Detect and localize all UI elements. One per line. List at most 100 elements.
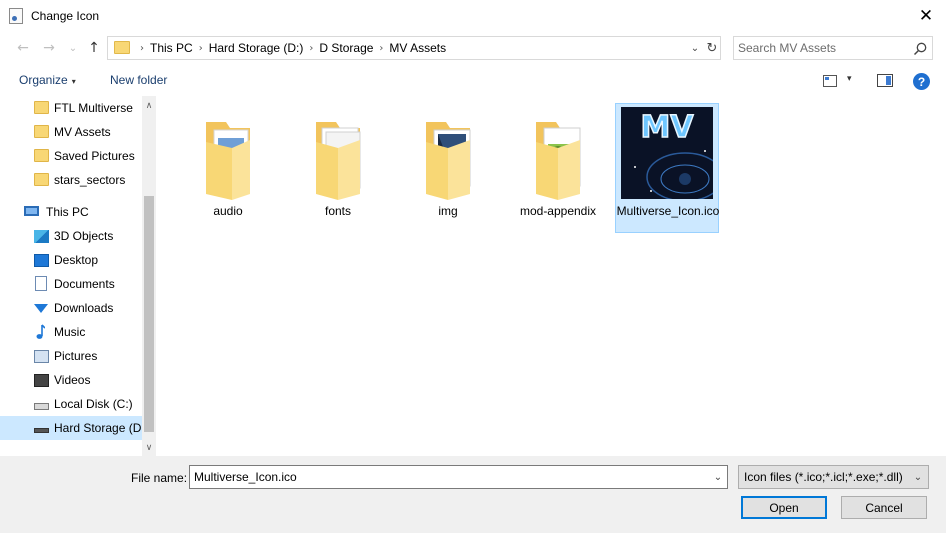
help-icon[interactable]: ? xyxy=(913,73,930,90)
music-icon xyxy=(36,324,45,339)
sidebar-item-ftl-multiverse[interactable]: FTL Multiverse xyxy=(0,96,142,120)
file-name-input[interactable] xyxy=(194,469,704,485)
sidebar-item-label: stars_sectors xyxy=(54,173,126,187)
sidebar-item-downloads[interactable]: Downloads xyxy=(0,296,142,320)
sidebar-item-saved-pictures[interactable]: Saved Pictures xyxy=(0,144,142,168)
folder-icon xyxy=(206,122,250,200)
window-title: Change Icon xyxy=(31,9,100,23)
recent-locations-icon[interactable]: ⌄ xyxy=(62,38,84,58)
sidebar-item-stars-sectors[interactable]: stars_sectors xyxy=(0,168,142,192)
navigation-pane: FTL Multiverse MV Assets Saved Pictures … xyxy=(0,96,156,456)
organize-label: Organize xyxy=(19,73,68,87)
forward-arrow-icon[interactable]: → xyxy=(38,38,60,58)
sidebar-item-this-pc[interactable]: This PC xyxy=(0,200,142,224)
breadcrumb-hard-storage[interactable]: Hard Storage (D:) xyxy=(209,41,304,55)
sidebar-scrollbar[interactable]: ∧ ∨ xyxy=(142,96,156,456)
file-item-label: mod-appendix xyxy=(519,204,597,218)
chevron-right-icon[interactable]: › xyxy=(379,43,383,54)
cancel-button[interactable]: Cancel xyxy=(841,496,927,519)
sidebar-item-label: Desktop xyxy=(54,253,99,267)
sidebar-item-label: Videos xyxy=(54,373,91,387)
caret-down-icon[interactable]: ▾ xyxy=(847,74,852,84)
folder-icon xyxy=(34,101,49,114)
file-name-combobox[interactable]: ⌄ xyxy=(189,465,728,489)
folder-icon xyxy=(34,173,49,186)
scroll-up-icon[interactable]: ∧ xyxy=(142,98,156,114)
sidebar-item-pictures[interactable]: Pictures xyxy=(0,344,142,368)
up-arrow-icon[interactable]: ↑ xyxy=(83,38,105,58)
sidebar-item-hard-storage-d[interactable]: Hard Storage (D:) xyxy=(0,416,149,440)
view-options-icon[interactable] xyxy=(823,75,837,87)
sidebar-item-label: Local Disk (C:) xyxy=(54,397,133,411)
title-bar: Change Icon ✕ xyxy=(0,0,946,32)
sidebar-item-videos[interactable]: Videos xyxy=(0,368,142,392)
breadcrumb-d-storage[interactable]: D Storage xyxy=(319,41,373,55)
sidebar-item-3d-objects[interactable]: 3D Objects xyxy=(0,224,142,248)
breadcrumb: › This PC › Hard Storage (D:) › D Storag… xyxy=(134,37,446,59)
pictures-icon xyxy=(34,350,49,363)
sidebar-item-desktop[interactable]: Desktop xyxy=(0,248,142,272)
refresh-icon[interactable]: ↻ xyxy=(704,39,720,57)
chevron-right-icon[interactable]: › xyxy=(199,43,203,54)
file-item-audio[interactable]: audio xyxy=(176,104,280,234)
chevron-right-icon[interactable]: › xyxy=(140,43,144,54)
file-type-select[interactable]: Icon files (*.ico;*.icl;*.exe;*.dll) ⌄ xyxy=(738,465,929,489)
multiverse-icon-thumbnail: MV xyxy=(621,107,713,199)
folder-icon xyxy=(536,122,581,200)
breadcrumb-this-pc[interactable]: This PC xyxy=(150,41,193,55)
close-button[interactable]: ✕ xyxy=(908,2,944,30)
sidebar-item-label: Downloads xyxy=(54,301,114,315)
file-type-value: Icon files (*.ico;*.icl;*.exe;*.dll) xyxy=(744,470,903,484)
open-button[interactable]: Open xyxy=(741,496,827,519)
sidebar-item-local-disk-c[interactable]: Local Disk (C:) xyxy=(0,392,142,416)
chevron-right-icon[interactable]: › xyxy=(309,43,313,54)
back-arrow-icon[interactable]: ← xyxy=(12,38,34,58)
file-item-label: Multiverse_Icon.ico xyxy=(616,204,720,218)
documents-icon xyxy=(35,276,47,291)
sidebar-item-label: This PC xyxy=(46,205,89,219)
scroll-down-icon[interactable]: ∨ xyxy=(142,440,156,456)
scrollbar-thumb[interactable] xyxy=(144,196,154,432)
downloads-icon xyxy=(34,304,48,313)
file-name-label: File name: xyxy=(131,471,188,485)
organize-menu[interactable]: Organize ▾ xyxy=(19,73,76,87)
sidebar-item-label: Documents xyxy=(54,277,115,291)
file-item-multiverse-icon[interactable]: MV Multiverse_Icon.ico xyxy=(615,103,719,233)
chevron-down-icon[interactable]: ⌄ xyxy=(911,468,925,486)
sidebar-item-label: Music xyxy=(54,325,86,339)
file-item-mod-appendix[interactable]: mod-appendix xyxy=(506,104,610,234)
sidebar-item-label: FTL Multiverse xyxy=(54,101,133,115)
search-input[interactable] xyxy=(738,40,908,56)
sidebar-item-label: Saved Pictures xyxy=(54,149,135,163)
change-icon-dialog-icon xyxy=(9,8,23,24)
sidebar-item-mv-assets[interactable]: MV Assets xyxy=(0,120,142,144)
search-box[interactable] xyxy=(733,36,933,60)
file-item-label: fonts xyxy=(324,204,351,218)
hard-drive-icon xyxy=(34,428,49,433)
sidebar-item-label: MV Assets xyxy=(54,125,111,139)
3d-objects-icon xyxy=(34,230,49,243)
file-item-img[interactable]: img xyxy=(396,104,500,234)
command-toolbar: Organize ▾ New folder ▾ ? xyxy=(0,66,946,96)
folder-icon xyxy=(34,125,49,138)
breadcrumb-mv-assets[interactable]: MV Assets xyxy=(389,41,446,55)
file-name-bar: File name: ⌄ Icon files (*.ico;*.icl;*.e… xyxy=(0,456,946,533)
sidebar-item-label: 3D Objects xyxy=(54,229,114,243)
file-item-fonts[interactable]: fonts xyxy=(286,104,390,234)
address-bar[interactable]: › This PC › Hard Storage (D:) › D Storag… xyxy=(107,36,721,60)
preview-pane-icon[interactable] xyxy=(877,74,893,87)
search-icon[interactable] xyxy=(912,41,928,57)
caret-down-icon: ▾ xyxy=(71,77,76,86)
videos-icon xyxy=(34,374,49,387)
sidebar-item-label: Pictures xyxy=(54,349,98,363)
file-list: audio fonts img mod-appendix MV Multiver… xyxy=(160,96,946,456)
folder-icon xyxy=(114,41,130,54)
sidebar-item-music[interactable]: Music xyxy=(0,320,142,344)
sidebar-item-documents[interactable]: Documents xyxy=(0,272,142,296)
folder-icon xyxy=(426,122,471,200)
chevron-down-icon[interactable]: ⌄ xyxy=(711,468,725,486)
new-folder-button[interactable]: New folder xyxy=(110,73,167,87)
sidebar-item-label: Hard Storage (D:) xyxy=(54,421,149,435)
chevron-down-icon[interactable]: ⌄ xyxy=(688,39,702,57)
folder-icon xyxy=(316,122,361,200)
